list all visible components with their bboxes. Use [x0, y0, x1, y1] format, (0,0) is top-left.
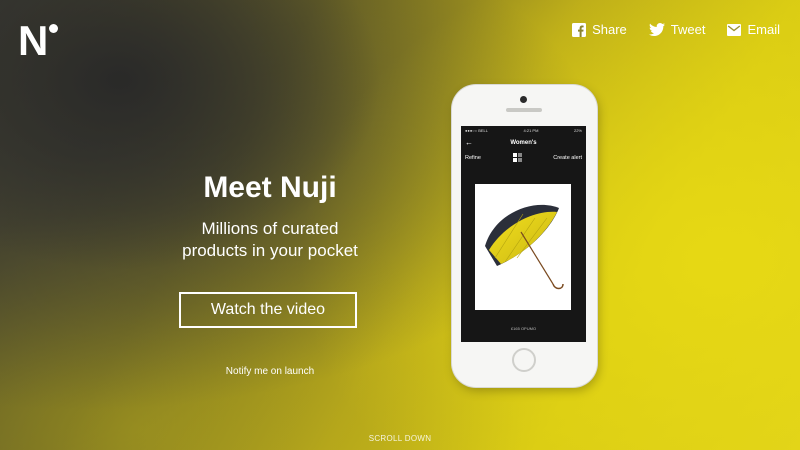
email-link[interactable]: Email: [727, 22, 780, 37]
phone-mockup: ●●●○○ BELL 4:21 PM 22% ← Women's Refine …: [452, 85, 597, 387]
twitter-icon: [648, 23, 665, 36]
hero-title: Meet Nuji: [203, 171, 337, 204]
phone-speaker: [506, 108, 542, 112]
phone-home-button: [512, 348, 536, 372]
hero-subtitle-line-1: Millions of curated: [201, 219, 339, 238]
facebook-icon: [572, 22, 587, 37]
tweet-link[interactable]: Tweet: [648, 22, 706, 37]
logo-letter: N: [18, 17, 48, 64]
back-arrow-icon[interactable]: ←: [465, 138, 479, 147]
watch-video-button[interactable]: Watch the video: [179, 292, 357, 328]
app-header-title: Women's: [510, 139, 537, 146]
logo-dot: [49, 24, 59, 33]
hero: Meet Nuji Millions of curated products i…: [160, 170, 380, 262]
social-links: Share Tweet Email: [572, 22, 780, 37]
share-label: Share: [592, 22, 627, 37]
phone-screen: ●●●○○ BELL 4:21 PM 22% ← Women's Refine …: [461, 126, 586, 342]
phone-status-bar: ●●●○○ BELL 4:21 PM 22%: [461, 126, 586, 135]
product-price: £165 OPUMO: [510, 326, 537, 331]
product-card[interactable]: [475, 184, 571, 310]
umbrella-image: [485, 204, 564, 290]
notify-launch-link[interactable]: Notify me on launch: [179, 366, 361, 377]
status-carrier: ●●●○○ BELL: [465, 128, 488, 133]
tweet-label: Tweet: [670, 22, 706, 37]
share-link[interactable]: Share: [572, 22, 627, 37]
phone-camera: [520, 96, 527, 103]
scroll-down-link[interactable]: SCROLL DOWN: [0, 434, 800, 443]
status-time: 4:21 PM: [523, 128, 539, 133]
app-header: ← Women's: [461, 135, 586, 150]
create-alert-button[interactable]: Create alert: [553, 155, 582, 161]
status-battery: 22%: [573, 128, 582, 133]
refine-button[interactable]: Refine: [465, 155, 481, 161]
hero-subtitle-line-2: products in your pocket: [182, 241, 358, 260]
hero-subtitle: Millions of curated products in your poc…: [160, 218, 380, 262]
email-icon: [727, 23, 742, 36]
brand-logo[interactable]: N: [18, 17, 59, 64]
app-toolbar: Refine Create alert: [461, 150, 586, 165]
grid-view-icon[interactable]: [512, 153, 522, 162]
email-label: Email: [747, 22, 780, 37]
